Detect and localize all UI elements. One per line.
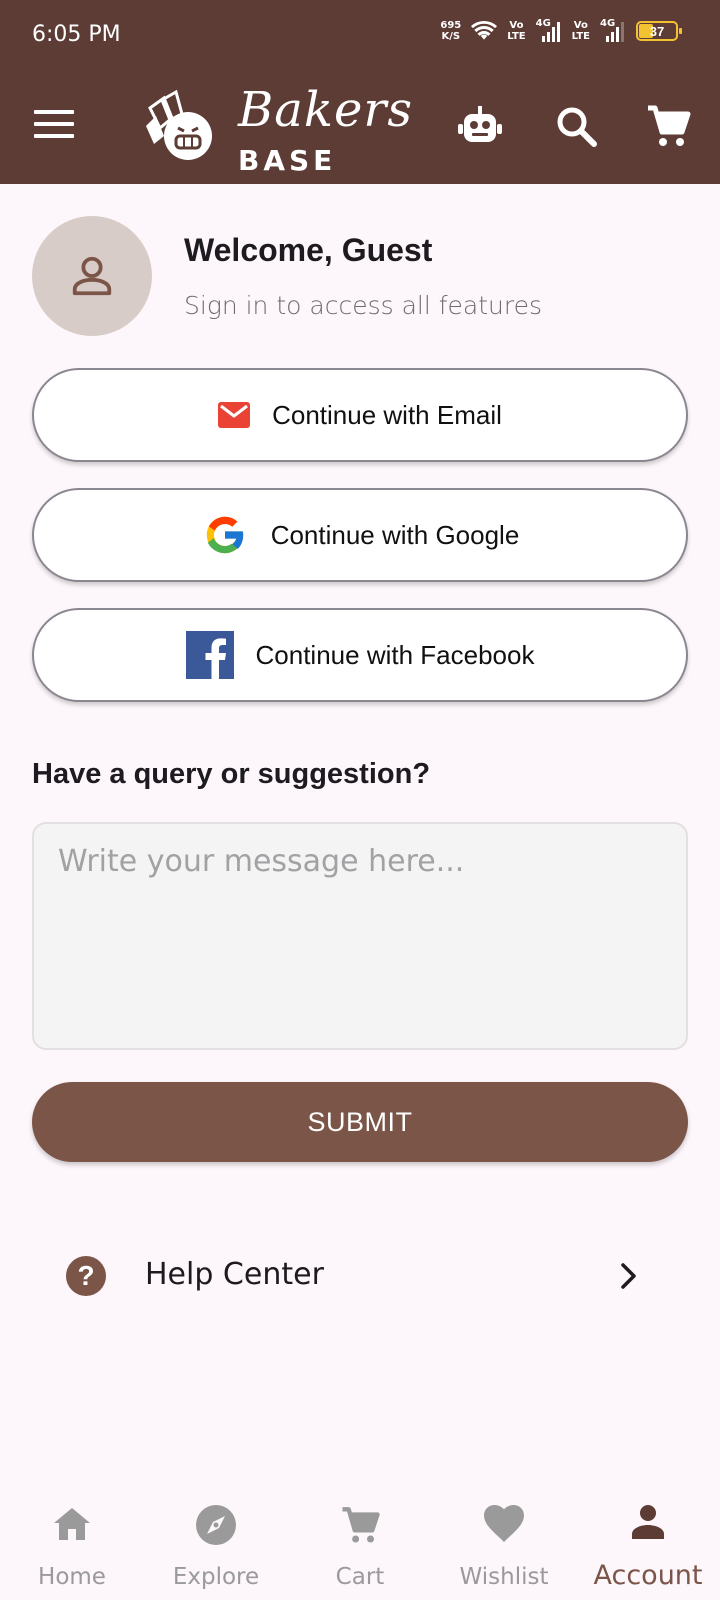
nav-account[interactable]: Account <box>576 1490 720 1600</box>
bakers-base-emblem-icon <box>146 89 212 160</box>
google-icon <box>206 516 245 554</box>
facebook-button-label: Continue with Facebook <box>255 639 535 670</box>
cart-button[interactable] <box>644 102 692 150</box>
mail-icon <box>218 402 251 428</box>
help-circle-icon: ? <box>66 1256 106 1296</box>
signal-icon <box>541 22 560 42</box>
nav-cart-label: Cart <box>335 1564 385 1590</box>
nav-wishlist[interactable]: Wishlist <box>432 1490 576 1600</box>
cart-icon <box>342 1507 380 1543</box>
sim1-volte: Vo LTE <box>507 20 526 42</box>
status-icons: 695 K/S Vo LTE 4G Vo LTE 4G 37 <box>440 18 682 42</box>
menu-icon <box>34 110 74 114</box>
search-icon <box>557 107 597 147</box>
avatar <box>32 216 152 336</box>
welcome-subtitle: Sign in to access all features <box>184 291 543 320</box>
cart-icon <box>648 105 691 146</box>
logo-script-text: Bakers <box>238 82 413 138</box>
nav-home-label: Home <box>38 1564 106 1590</box>
continue-with-facebook-button[interactable]: Continue with Facebook <box>32 608 688 702</box>
robot-icon <box>458 106 502 142</box>
status-bar: 6:05 PM 695 K/S Vo LTE 4G Vo LTE 4G 37 <box>0 0 720 72</box>
signal-icon <box>606 22 624 42</box>
home-icon <box>54 1508 90 1540</box>
continue-with-email-button[interactable]: Continue with Email <box>32 368 688 462</box>
submit-button[interactable]: SUBMIT <box>32 1082 688 1162</box>
nav-wishlist-label: Wishlist <box>459 1564 549 1590</box>
welcome-title: Welcome, Guest <box>184 232 433 268</box>
status-time: 6:05 PM <box>32 22 121 47</box>
nav-explore[interactable]: Explore <box>144 1490 288 1600</box>
sim1-signal: 4G <box>536 18 562 42</box>
nav-account-label: Account <box>593 1560 703 1591</box>
query-section-title: Have a query or suggestion? <box>32 758 431 790</box>
chevron-right-icon <box>621 1263 636 1289</box>
sim2-volte: Vo LTE <box>571 20 590 42</box>
logo-sub-text: BASE <box>238 144 337 177</box>
google-button-label: Continue with Google <box>270 519 520 550</box>
email-button-label: Continue with Email <box>272 399 502 430</box>
help-center-label: Help Center <box>145 1257 324 1292</box>
facebook-icon <box>185 631 234 679</box>
wifi-icon <box>471 20 498 40</box>
search-button[interactable] <box>552 102 600 150</box>
message-input[interactable] <box>32 822 688 1050</box>
continue-with-google-button[interactable]: Continue with Google <box>32 488 688 582</box>
chatbot-button[interactable] <box>456 102 504 150</box>
bottom-navigation: Home Explore Cart Wishlist Account <box>0 1490 720 1600</box>
app-logo: Bakers BASE <box>142 82 412 177</box>
battery-icon: 37 <box>636 21 682 41</box>
help-center-row[interactable]: ? Help Center <box>32 1240 688 1312</box>
nav-home[interactable]: Home <box>0 1490 144 1600</box>
compass-icon <box>196 1505 236 1545</box>
person-icon <box>632 1505 664 1539</box>
network-speed: 695 K/S <box>440 20 462 42</box>
heart-icon <box>484 1505 524 1542</box>
sim2-signal: 4G <box>600 18 626 42</box>
menu-button[interactable] <box>34 110 74 144</box>
nav-explore-label: Explore <box>172 1564 260 1590</box>
person-outline-icon <box>72 256 112 296</box>
nav-cart[interactable]: Cart <box>288 1490 432 1600</box>
app-bar: Bakers BASE <box>0 72 720 184</box>
